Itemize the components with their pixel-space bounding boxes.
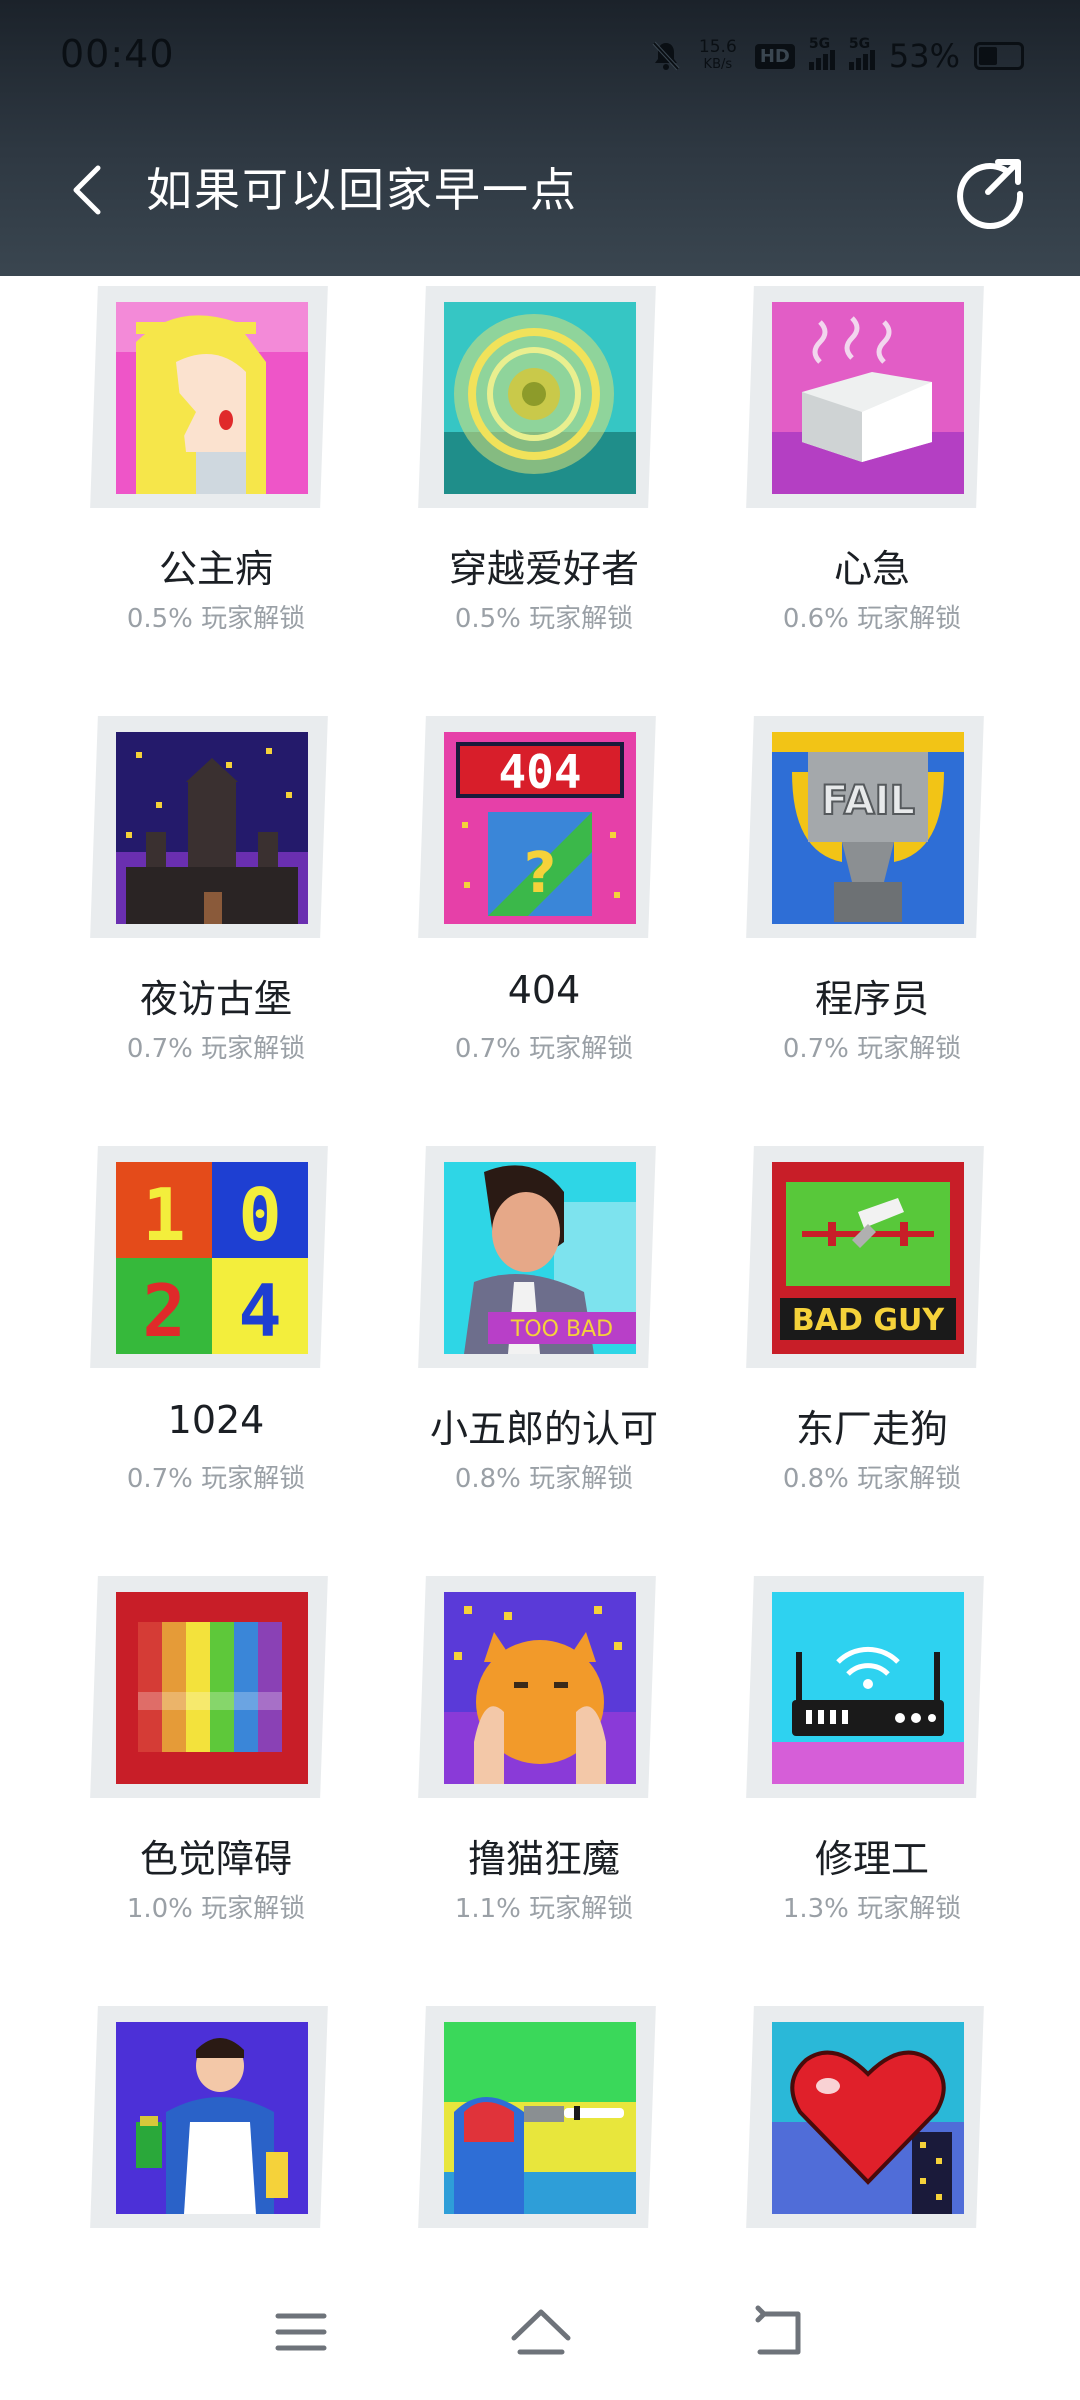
achievement-name: 程序员 [814,977,929,1021]
404-icon: 404 ? [444,732,636,924]
home-icon [511,2309,571,2355]
achievement-card[interactable]: 1 0 2 4 1024 0.7% 玩家解锁 [90,1136,422,1566]
back-button[interactable] [60,160,120,220]
achievement-card[interactable]: 公主病 0.5% 玩家解锁 [90,276,422,706]
achievement-name: 404 [507,968,581,1012]
achievement-card[interactable]: 夜访古堡 0.7% 玩家解锁 [90,706,422,1136]
battery-icon [974,42,1024,70]
app-header: 00:40 15.6 KB/s HD 5G 5G 53% 如果可以回家早一点 [0,0,1080,276]
achievement-rate: 1.1% 玩家解锁 [454,1894,634,1924]
status-time: 00:40 [60,32,175,76]
home-button[interactable] [496,2290,586,2376]
hd-badge: HD [754,43,795,69]
achievement-rate: 0.5% 玩家解锁 [454,604,634,634]
too-bad-icon: TOO BAD [444,1162,636,1354]
heart-icon [772,2022,964,2214]
achievement-card[interactable]: FAIL 程序员 0.7% 玩家解锁 [746,706,1078,1136]
achievement-card[interactable]: 色觉障碍 1.0% 玩家解锁 [90,1566,422,1996]
svg-text:0: 0 [238,1173,281,1257]
svg-text:1: 1 [142,1173,185,1257]
achievement-card[interactable]: 心急 0.6% 玩家解锁 [746,276,1078,706]
back-nav-button[interactable] [736,2290,826,2376]
achievement-name: 东厂走狗 [795,1407,948,1451]
achievement-name: 心急 [833,547,910,591]
menu-icon [275,2313,327,2351]
achievement-name: 撸猫狂魔 [467,1837,620,1881]
achievement-card[interactable] [90,1996,422,2266]
achievement-card[interactable]: 穿越爱好者 0.5% 玩家解锁 [418,276,750,706]
mute-bell-icon [652,41,680,71]
svg-text:4: 4 [238,1269,281,1353]
achievement-rate: 0.8% 玩家解锁 [454,1464,634,1494]
achievement-name: 色觉障碍 [139,1837,292,1881]
achievement-name: 夜访古堡 [139,977,292,1021]
share-icon [957,159,1024,230]
chevron-left-icon [73,165,101,215]
achievement-card[interactable] [746,1996,1078,2266]
back-icon [755,2305,801,2355]
signal-1-icon: 5G [808,36,835,70]
tofu-icon [772,302,964,494]
achievement-rate: 0.7% 玩家解锁 [782,1034,962,1064]
battery-percent: 53% [888,37,960,75]
achievement-name: 穿越爱好者 [448,547,639,591]
status-bar: 00:40 15.6 KB/s HD 5G 5G 53% [0,0,1080,116]
svg-text:TOO BAD: TOO BAD [510,1317,613,1342]
achievement-rate: 0.7% 玩家解锁 [126,1464,306,1494]
menu-button[interactable] [256,2290,346,2376]
achievement-rate: 0.7% 玩家解锁 [126,1034,306,1064]
fail-trophy-icon: FAIL [772,732,964,924]
castle-icon [116,732,308,924]
bad-guy-icon: BAD GUY [772,1162,964,1354]
achievement-rate: 0.6% 玩家解锁 [782,604,962,634]
cat-icon [444,1592,636,1784]
portal-icon [444,302,636,494]
svg-text:BAD GUY: BAD GUY [792,1303,945,1338]
achievement-name: 1024 [167,1398,265,1442]
signal-2-icon: 5G [848,36,875,70]
achievement-card[interactable]: BAD GUY 东厂走狗 0.8% 玩家解锁 [746,1136,1078,1566]
fan-icon [444,2022,636,2214]
svg-text:?: ? [524,841,556,906]
achievement-card[interactable]: 修理工 1.3% 玩家解锁 [746,1566,1078,1996]
router-icon [772,1592,964,1784]
achievement-rate: 1.0% 玩家解锁 [126,1894,306,1924]
achievement-rate: 1.3% 玩家解锁 [782,1894,962,1924]
color-bars-icon [116,1592,308,1784]
princess-icon [116,302,308,494]
achievement-rate: 0.8% 玩家解锁 [782,1464,962,1494]
achievement-name: 小五郎的认可 [429,1407,658,1451]
achievement-grid: 公主病 0.5% 玩家解锁 穿越爱好者 0.5% 玩家解锁 心急 0.6% 玩家… [0,276,1080,2266]
achievement-rate: 0.5% 玩家解锁 [126,604,306,634]
share-button[interactable] [950,150,1030,230]
achievement-rate: 0.7% 玩家解锁 [454,1034,634,1064]
achievement-card[interactable]: 404 ? 404 0.7% 玩家解锁 [418,706,750,1136]
svg-text:FAIL: FAIL [821,778,915,824]
svg-text:404: 404 [498,745,581,799]
system-nav-bar [0,2266,1080,2400]
page-title: 如果可以回家早一点 [146,163,578,217]
1024-icon: 1 0 2 4 [116,1162,308,1354]
achievement-card[interactable] [418,1996,750,2266]
achievement-card[interactable]: 撸猫狂魔 1.1% 玩家解锁 [418,1566,750,1996]
svg-text:2: 2 [142,1269,185,1353]
cleaner-icon [116,2022,308,2214]
net-speed: 15.6 KB/s [698,37,737,72]
status-icons: 15.6 KB/s HD 5G 5G 53% [651,36,1024,76]
achievement-name: 修理工 [814,1837,929,1881]
achievement-card[interactable]: TOO BAD 小五郎的认可 0.8% 玩家解锁 [418,1136,750,1566]
achievement-name: 公主病 [158,547,273,591]
